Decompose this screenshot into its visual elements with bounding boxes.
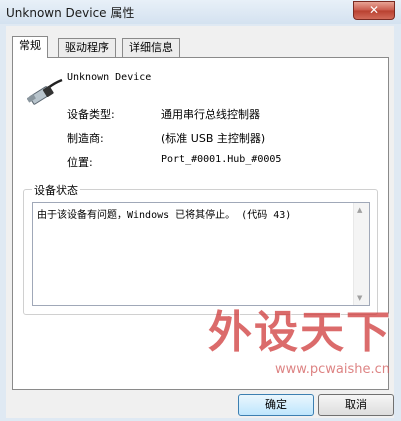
- device-status-textbox[interactable]: 由于该设备有问题，Windows 已将其停止。 (代码 43) ▲ ▼: [32, 202, 370, 306]
- tab-driver-label: 驱动程序: [65, 41, 109, 54]
- device-name: Unknown Device: [67, 72, 152, 83]
- property-value: 通用串行总线控制器: [161, 108, 260, 121]
- general-panel: Unknown Device 设备类型: 通用串行总线控制器 制造商: (标准 …: [12, 57, 389, 390]
- property-value: Port_#0001.Hub_#0005: [161, 154, 282, 165]
- cancel-button[interactable]: 取消: [318, 394, 394, 416]
- close-icon: ✕: [368, 3, 380, 17]
- property-label: 制造商:: [67, 132, 104, 145]
- property-row-location: 位置: Port_#0001.Hub_#0005: [67, 154, 377, 178]
- close-button[interactable]: ✕: [353, 1, 395, 20]
- device-status-label: 设备状态: [32, 182, 80, 198]
- window-title: Unknown Device 属性: [6, 6, 135, 20]
- tab-general[interactable]: 常规: [12, 36, 48, 58]
- property-value: (标准 USB 主控制器): [161, 132, 266, 145]
- tab-details-label: 详细信息: [129, 41, 173, 54]
- scroll-down-arrow-icon[interactable]: ▼: [357, 294, 362, 302]
- status-scrollbar[interactable]: ▲ ▼: [353, 203, 369, 305]
- usb-plug-icon: [27, 78, 63, 105]
- device-properties: 设备类型: 通用串行总线控制器 制造商: (标准 USB 主控制器) 位置: P…: [67, 106, 377, 178]
- tab-details[interactable]: 详细信息: [122, 38, 180, 57]
- property-row-type: 设备类型: 通用串行总线控制器: [67, 106, 377, 130]
- ok-button[interactable]: 确定: [238, 394, 314, 416]
- property-row-manufacturer: 制造商: (标准 USB 主控制器): [67, 130, 377, 154]
- scroll-up-arrow-icon[interactable]: ▲: [357, 206, 362, 214]
- device-status-group: 设备状态 由于该设备有问题，Windows 已将其停止。 (代码 43) ▲ ▼: [23, 182, 378, 315]
- properties-dialog: 常规 驱动程序 详细信息 Unknown Device 设备类型: 通用串行总线…: [6, 26, 394, 418]
- property-label: 位置:: [67, 156, 93, 169]
- property-label: 设备类型:: [67, 108, 115, 121]
- title-bar: Unknown Device 属性 ✕: [0, 0, 401, 24]
- device-status-text: 由于该设备有问题，Windows 已将其停止。 (代码 43): [37, 210, 292, 221]
- tab-general-label: 常规: [19, 39, 41, 52]
- tab-driver[interactable]: 驱动程序: [58, 38, 116, 57]
